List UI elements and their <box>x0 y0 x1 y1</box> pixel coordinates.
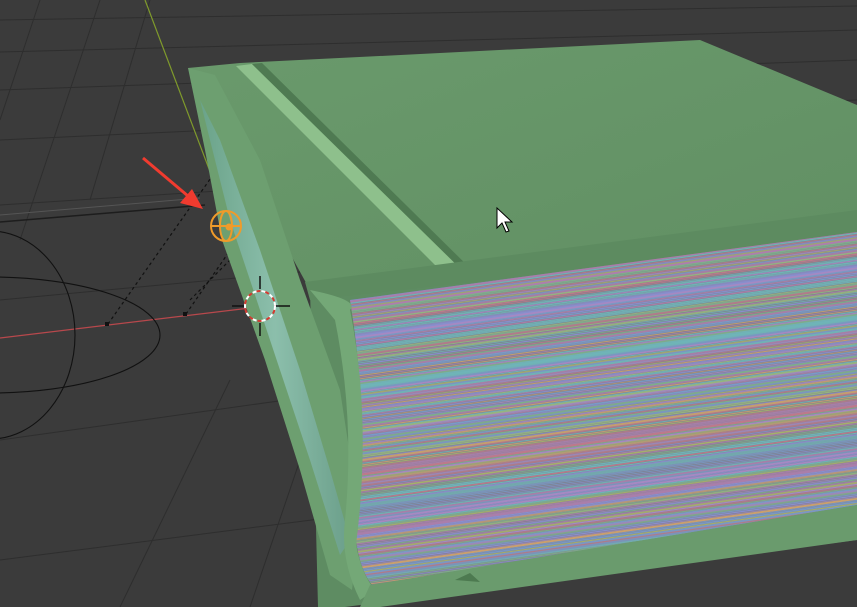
floor-edge-line <box>0 197 201 216</box>
vertex-point <box>183 312 187 316</box>
vertex-point <box>105 322 109 326</box>
viewport-canvas[interactable] <box>0 0 857 607</box>
annotation-arrow-icon <box>142 156 203 209</box>
x-axis-line <box>0 307 251 339</box>
3d-viewport[interactable] <box>0 0 857 607</box>
book-object[interactable] <box>188 40 857 607</box>
